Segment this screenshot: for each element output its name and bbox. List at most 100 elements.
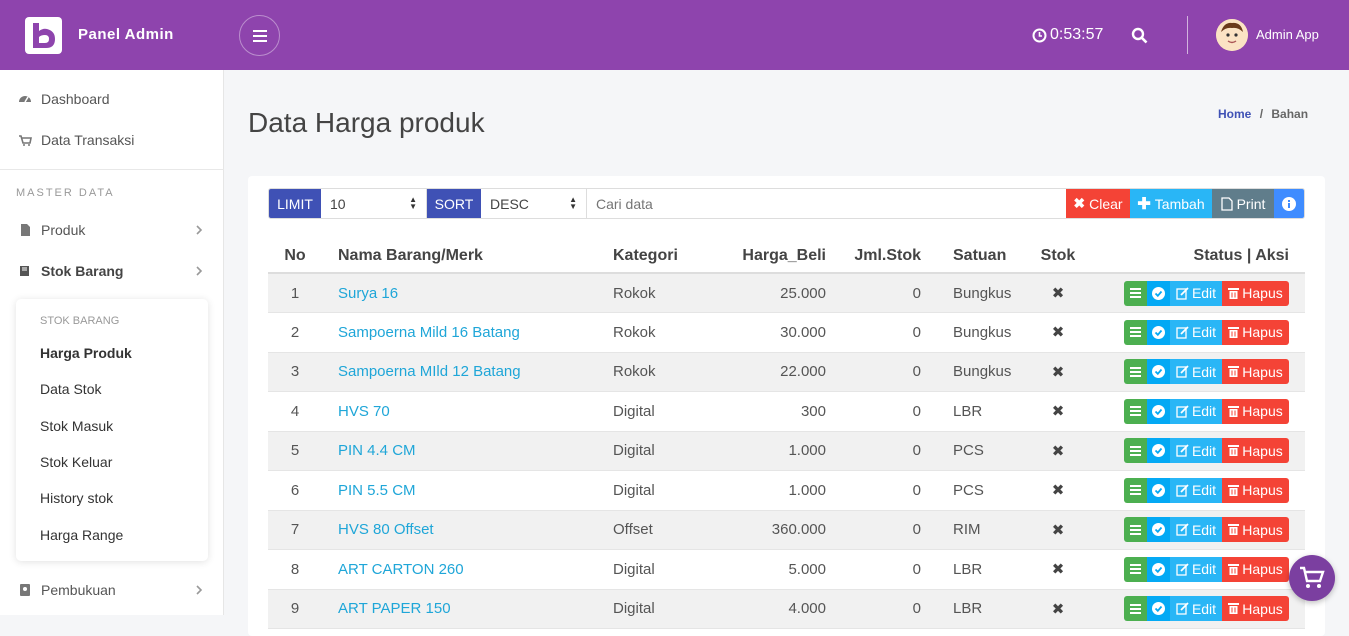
hapus-button[interactable]: Hapus [1222,438,1289,464]
menu-toggle-button[interactable] [239,15,280,56]
approve-button[interactable] [1147,596,1170,622]
book-icon [20,266,29,276]
submenu-item-harga-range[interactable]: Harga Range [40,527,123,543]
submenu-item-history-stok[interactable]: History stok [40,490,113,506]
approve-button[interactable] [1147,359,1170,385]
edit-icon [1176,563,1189,576]
sidebar-item-stok-barang[interactable]: Stok Barang [0,256,224,286]
hapus-button[interactable]: Hapus [1222,596,1289,622]
detail-button[interactable] [1124,477,1147,503]
approve-button[interactable] [1147,556,1170,582]
sidebar-item-label: Pembukuan [41,582,116,598]
cell-stok: ✖ [1025,312,1091,353]
approve-button[interactable] [1147,477,1170,503]
sidebar-item-produk[interactable]: Produk [0,215,224,245]
detail-button[interactable] [1124,359,1147,385]
sidebar-item-label: Data Transaksi [41,132,135,148]
user-name[interactable]: Admin App [1256,27,1319,42]
search-input[interactable] [587,189,1066,218]
cell-kategori: Digital [603,391,716,432]
floating-cart-button[interactable] [1289,555,1335,601]
cell-actions: Edit Hapus [1091,549,1305,590]
product-link[interactable]: PIN 5.5 CM [338,482,416,499]
cell-nama: PIN 5.5 CM [322,470,603,511]
edit-button[interactable]: Edit [1170,477,1222,503]
hapus-button[interactable]: Hapus [1222,359,1289,385]
clock-icon [1032,28,1047,42]
approve-button[interactable] [1147,438,1170,464]
info-button[interactable] [1274,189,1304,218]
trash-icon [1228,445,1240,457]
edit-button[interactable]: Edit [1170,596,1222,622]
chevron-right-icon [196,266,203,276]
product-link[interactable]: Sampoerna MIld 12 Batang [338,363,521,380]
edit-button[interactable]: Edit [1170,398,1222,424]
app-logo[interactable] [25,17,62,54]
product-link[interactable]: PIN 4.4 CM [338,442,416,459]
edit-icon [1176,444,1189,457]
detail-button[interactable] [1124,280,1147,306]
submenu-item-stok-keluar[interactable]: Stok Keluar [40,454,112,470]
product-link[interactable]: Surya 16 [338,285,398,302]
sidebar-item-label: Stok Barang [41,263,124,279]
edit-button[interactable]: Edit [1170,359,1222,385]
product-link[interactable]: HVS 80 Offset [338,521,434,538]
hapus-button[interactable]: Hapus [1222,477,1289,503]
clear-button[interactable]: ✖ Clear [1066,189,1130,218]
list-icon [1130,445,1141,456]
approve-button[interactable] [1147,280,1170,306]
hapus-label: Hapus [1242,521,1283,538]
edit-button[interactable]: Edit [1170,438,1222,464]
file-icon [21,224,30,236]
edit-button[interactable]: Edit [1170,517,1222,543]
approve-button[interactable] [1147,398,1170,424]
avatar[interactable] [1216,19,1248,51]
hapus-button[interactable]: Hapus [1222,517,1289,543]
sort-select[interactable]: DESC ▲ ▼ [481,189,587,218]
detail-button[interactable] [1124,556,1147,582]
check-circle-icon [1152,404,1165,418]
submenu-item-stok-masuk[interactable]: Stok Masuk [40,418,113,434]
detail-button[interactable] [1124,517,1147,543]
search-button[interactable] [1131,27,1148,49]
hapus-button[interactable]: Hapus [1222,319,1289,345]
cell-jml-stok: 0 [836,431,931,471]
table-row: 2 Sampoerna Mild 16 Batang Rokok 30.000 0 Bun… [268,312,1305,353]
edit-button[interactable]: Edit [1170,556,1222,582]
table-row: 9 ART PAPER 150 Digital 4.000 0 LBR ✖ Edit Hapus [268,589,1305,629]
hapus-label: Hapus [1242,442,1283,459]
cell-satuan: LBR [931,391,1025,432]
submenu-item-harga-produk[interactable]: Harga Produk [40,345,132,361]
breadcrumb-home-link[interactable]: Home [1218,107,1251,121]
hapus-button[interactable]: Hapus [1222,280,1289,306]
cell-jml-stok: 0 [836,273,931,313]
sidebar-item-data-transaksi[interactable]: Data Transaksi [0,125,224,155]
edit-button[interactable]: Edit [1170,280,1222,306]
detail-button[interactable] [1124,596,1147,622]
sidebar-item-dashboard[interactable]: Dashboard [0,84,224,114]
limit-select[interactable]: 10 ▲ ▼ [321,189,427,218]
detail-button[interactable] [1124,438,1147,464]
hapus-button[interactable]: Hapus [1222,556,1289,582]
clock-text: 0:53:57 [1050,26,1104,43]
cell-jml-stok: 0 [836,391,931,432]
cell-stok: ✖ [1025,352,1091,392]
product-link[interactable]: ART CARTON 260 [338,561,464,578]
col-nama: Nama Barang/Merk [322,239,603,274]
print-button[interactable]: Print [1212,189,1274,218]
product-link[interactable]: HVS 70 [338,403,390,420]
sidebar-item-pembukuan[interactable]: Pembukuan [0,575,224,605]
detail-button[interactable] [1124,398,1147,424]
breadcrumb: Home / Bahan [1218,107,1308,121]
cell-satuan: LBR [931,589,1025,629]
edit-button[interactable]: Edit [1170,319,1222,345]
approve-button[interactable] [1147,517,1170,543]
approve-button[interactable] [1147,319,1170,345]
detail-button[interactable] [1124,319,1147,345]
cell-nama: Sampoerna MIld 12 Batang [322,352,603,392]
cell-kategori: Digital [603,431,716,471]
submenu-item-data-stok[interactable]: Data Stok [40,381,101,397]
product-link[interactable]: Sampoerna Mild 16 Batang [338,324,520,341]
tambah-button[interactable]: ✚ Tambah [1130,189,1212,218]
hapus-button[interactable]: Hapus [1222,398,1289,424]
